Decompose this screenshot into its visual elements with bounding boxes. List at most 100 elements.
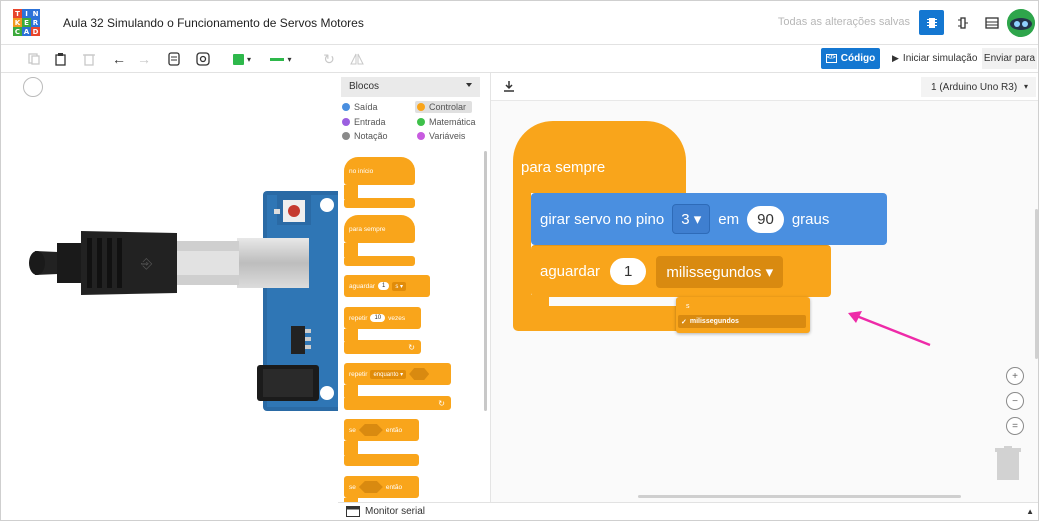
chevron-up-icon[interactable]: ▲ [1026, 507, 1034, 516]
category-math[interactable]: Matemática [417, 117, 476, 127]
palette-block-wait[interactable]: aguardar 1 s ▾ [344, 275, 430, 297]
category-label: Variáveis [429, 131, 466, 141]
wait-unit-dropdown[interactable]: s ▾ [392, 281, 407, 291]
category-label: Controlar [429, 102, 467, 112]
zoom-out-icon[interactable]: − [1006, 392, 1024, 410]
delete-icon[interactable] [79, 49, 99, 69]
footer-bar: Monitor serial ▲ [338, 502, 1038, 520]
undo-icon[interactable]: ← [109, 49, 129, 69]
download-icon[interactable] [503, 80, 515, 95]
code-workspace[interactable]: para sempre girar servo no pino 3 ▾ em 9… [491, 101, 1038, 502]
while-dropdown[interactable]: enquanto ▾ [370, 369, 407, 379]
serial-monitor-label: Monitor serial [365, 506, 426, 517]
zoom-in-icon[interactable]: + [1006, 367, 1024, 385]
dropdown-option-s[interactable]: s [686, 303, 690, 310]
logo-letter: K [13, 18, 22, 27]
palette-scrollbar[interactable] [484, 151, 487, 411]
logo-letter: D [31, 27, 40, 36]
palette-block-repeat-while[interactable]: repetir enquanto ▾ [344, 363, 451, 385]
paste-icon[interactable] [51, 49, 71, 69]
block-label: então [385, 483, 403, 491]
block-c-side [344, 441, 358, 455]
wire-style-picker[interactable]: ▾ [267, 49, 295, 69]
unit-dropdown-menu[interactable]: s ✓ milissegundos [676, 297, 810, 333]
servo-block[interactable]: girar servo no pino 3 ▾ em 90 graus [531, 193, 887, 245]
schematic-view-icon[interactable] [950, 10, 975, 35]
palette-block-forever[interactable]: para sempre [344, 215, 415, 243]
circuit-view-icon[interactable] [919, 10, 944, 35]
logo-letter: N [31, 9, 40, 18]
circuit-canvas[interactable]: ⎆ [1, 73, 343, 520]
servo-pin-dropdown[interactable]: 3 ▾ [672, 204, 711, 234]
rotate-icon[interactable]: ↻ [319, 49, 339, 69]
category-label: Entrada [354, 117, 386, 127]
block-label: se [349, 483, 356, 491]
color-picker[interactable]: ▾ [229, 49, 255, 69]
wait-unit-dropdown[interactable]: milissegundos ▾ [656, 255, 784, 288]
dropdown-option-label: milissegundos [689, 318, 739, 325]
loop-arrow-icon: ↻ [408, 342, 415, 352]
condition-slot[interactable] [358, 424, 383, 436]
start-simulation-button[interactable]: ▶ Iniciar simulação [888, 48, 978, 69]
device-select-label: 1 (Arduino Uno R3) [931, 81, 1018, 93]
category-variables[interactable]: Variáveis [417, 131, 465, 141]
document-title[interactable]: Aula 32 Simulando o Funcionamento de Ser… [63, 16, 364, 30]
wire-line-icon [270, 57, 285, 61]
wait-block-tail [531, 295, 549, 309]
block-c-bottom: ↻ [344, 340, 421, 354]
trash-icon[interactable] [993, 446, 1023, 482]
wait-value-pill[interactable]: 1 [378, 282, 390, 290]
editor-toolbar: ← → ▾ ▾ ↻ </> Código ▶ Iniciar simulação… [1, 45, 1038, 73]
logo-letter: I [22, 9, 31, 18]
condition-slot[interactable] [358, 481, 383, 493]
code-button-label: Código [840, 53, 876, 64]
workspace-horizontal-scrollbar[interactable] [638, 495, 961, 498]
block-label: repetir [349, 370, 368, 378]
workspace-vertical-scrollbar[interactable] [1035, 209, 1038, 359]
terminal-icon [346, 506, 360, 517]
redo-icon[interactable]: → [134, 49, 154, 69]
category-dot [342, 103, 350, 111]
tinkercad-logo[interactable]: T I N K E R C A D [13, 9, 40, 36]
logo-letter: C [13, 27, 22, 36]
copy-icon[interactable] [24, 49, 44, 69]
code-button[interactable]: </> Código [821, 48, 880, 69]
zoom-to-fit-button[interactable] [23, 77, 43, 97]
block-label: repetir [349, 314, 368, 322]
category-output[interactable]: Saída [342, 102, 378, 112]
component-list-icon[interactable] [979, 10, 1004, 35]
palette-block-on-start[interactable]: no início [344, 157, 415, 185]
category-input[interactable]: Entrada [342, 117, 386, 127]
blocks-palette: Blocos Saída Controlar Entrada Matemátic… [338, 73, 491, 502]
wait-value-input[interactable]: 1 [610, 258, 647, 285]
category-dot [417, 132, 425, 140]
blocks-mode-select[interactable]: Blocos [341, 77, 480, 97]
em-label: em [718, 210, 740, 228]
angle-input[interactable]: 90 [747, 205, 784, 233]
dropdown-option-milliseconds[interactable]: ✓ milissegundos [678, 315, 806, 328]
title-bar: T I N K E R C A D Aula 32 Simulando o Fu… [1, 1, 1038, 45]
block-label: se [349, 426, 356, 434]
notes-icon[interactable] [164, 49, 184, 69]
repeat-count-pill[interactable]: 10 [370, 314, 386, 322]
palette-block-if-else[interactable]: se então [344, 476, 419, 498]
wait-block[interactable]: aguardar 1 milissegundos ▾ [531, 245, 831, 297]
mirror-icon[interactable] [347, 49, 367, 69]
zoom-reset-icon[interactable]: = [1006, 417, 1024, 435]
category-control[interactable]: Controlar [415, 101, 473, 113]
palette-block-if[interactable]: se então [344, 419, 419, 441]
send-to-button[interactable]: Enviar para [982, 48, 1037, 69]
forever-block[interactable]: para sempre [513, 121, 686, 181]
visibility-icon[interactable] [193, 49, 213, 69]
device-select[interactable]: 1 (Arduino Uno R3) ▾ [921, 77, 1036, 97]
serial-monitor-button[interactable]: Monitor serial [346, 506, 425, 517]
block-label: no início [349, 167, 374, 175]
block-label: aguardar [349, 282, 376, 290]
block-c-side [344, 243, 358, 257]
logo-letter: T [13, 9, 22, 18]
condition-slot[interactable] [409, 368, 430, 380]
palette-block-repeat[interactable]: repetir 10 vezes [344, 307, 421, 329]
block-c-bottom [344, 198, 415, 208]
category-notation[interactable]: Notação [342, 131, 388, 141]
user-avatar[interactable] [1007, 9, 1035, 37]
